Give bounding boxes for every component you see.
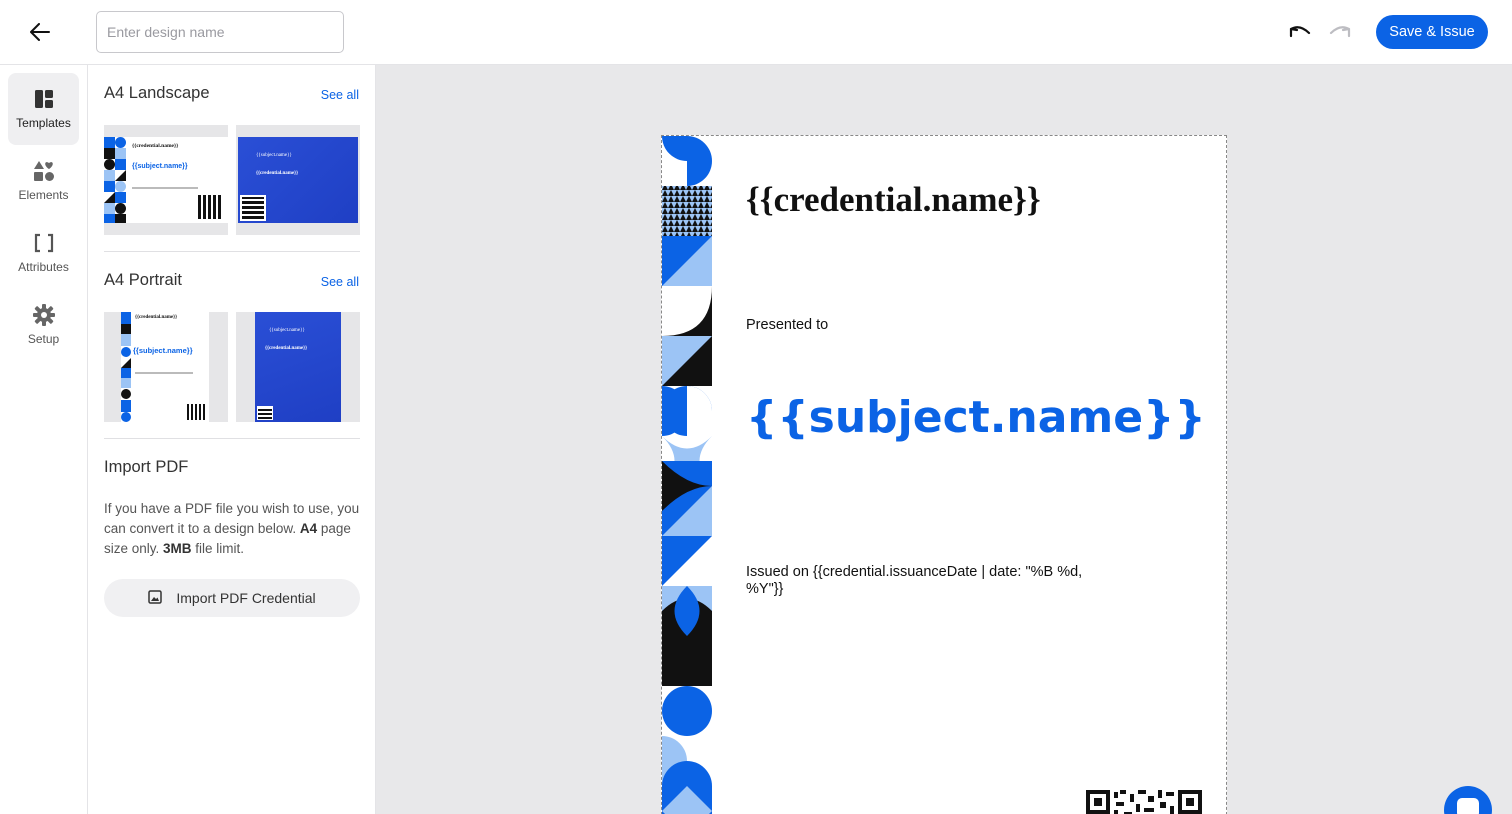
section-divider [104,438,360,439]
brackets-icon [33,232,55,254]
thumb-text-line [132,187,198,189]
credential-name-text[interactable]: {{credential.name}} [746,180,1041,220]
import-description: If you have a PDF file you wish to use, … [104,499,362,559]
nav-item-label: Setup [27,332,60,346]
redo-button[interactable] [1326,19,1354,45]
gear-icon [32,304,55,326]
top-bar: Save & Issue [0,0,1512,65]
thumb-heading: {{credential.name}} [132,143,179,149]
import-text-bold-1: A4 [299,521,318,536]
back-button[interactable] [26,18,54,46]
thumb-page: {{credential.name}} {{subject.name}} [121,312,209,422]
section-title-import: Import PDF [104,458,189,476]
see-all-portrait-link[interactable]: See all [321,275,359,289]
template-thumb-landscape-1[interactable]: {{credential.name}} {{subject.name}} [104,125,228,235]
undo-icon [1289,26,1311,38]
section-title-portrait: A4 Portrait [104,271,182,289]
thumb-subject: {{credential.name}} [256,171,299,176]
subject-name-text[interactable]: {{subject.name}} [746,392,1206,443]
left-nav: Templates Elements Attributes Setup [0,65,88,814]
import-pdf-button[interactable]: Import PDF Credential [104,579,360,617]
template-thumb-landscape-2[interactable]: {{subject.name}} {{credential.name}} [236,125,360,235]
issuance-date-text[interactable]: Issued on {{credential.issuanceDate | da… [746,564,1106,598]
template-thumb-portrait-1[interactable]: {{credential.name}} {{subject.name}} [104,312,228,422]
image-icon [148,590,164,606]
thumb-heading: {{subject.name}} [256,153,292,158]
shapes-icon [33,160,55,182]
thumb-text-line [135,372,193,374]
thumb-subject: {{subject.name}} [133,346,193,355]
undo-button[interactable] [1286,19,1314,45]
save-issue-button[interactable]: Save & Issue [1376,15,1488,49]
arrow-left-icon [30,23,50,41]
thumb-pattern [121,312,131,422]
thumb-heading: {{credential.name}} [135,315,178,320]
template-thumb-portrait-2[interactable]: {{subject.name}} {{credential.name}} [236,312,360,422]
section-divider [104,251,360,252]
import-text-3: file limit. [191,541,245,556]
layout-icon [33,88,55,110]
see-all-landscape-link[interactable]: See all [321,88,359,102]
thumb-page: {{subject.name}} {{credential.name}} [238,137,358,223]
design-name-input[interactable] [96,11,344,53]
thumb-qr [187,404,205,420]
section-title-landscape: A4 Landscape [104,84,210,102]
chat-icon [1457,798,1479,814]
import-text-bold-2: 3MB [163,541,192,556]
nav-item-label: Attributes [18,260,69,274]
nav-item-label: Templates [16,116,71,130]
thumb-qr [198,195,222,219]
nav-item-templates[interactable]: Templates [8,73,79,145]
thumb-qr [257,406,273,420]
nav-item-attributes[interactable]: Attributes [8,217,79,289]
design-canvas[interactable]: {{credential.name}} Presented to {{subje… [376,65,1512,814]
import-pdf-button-label: Import PDF Credential [176,590,316,606]
redo-icon [1329,26,1351,38]
templates-panel: A4 Landscape See all {{credential.name}}… [88,65,376,814]
nav-item-label: Elements [18,188,69,202]
thumb-subject: {{credential.name}} [265,346,308,351]
nav-item-elements[interactable]: Elements [8,145,79,217]
certificate-page[interactable]: {{credential.name}} Presented to {{subje… [661,135,1227,814]
thumb-qr [240,195,266,221]
thumb-subject: {{subject.name}} [132,163,188,170]
thumb-heading: {{subject.name}} [269,328,305,333]
decorative-pattern-strip [662,136,712,814]
qr-code[interactable] [1086,790,1202,814]
thumb-pattern [104,137,126,223]
presented-to-text[interactable]: Presented to [746,317,828,333]
nav-item-setup[interactable]: Setup [8,289,79,361]
thumb-page: {{subject.name}} {{credential.name}} [255,312,341,422]
thumb-page: {{credential.name}} {{subject.name}} [104,137,228,223]
